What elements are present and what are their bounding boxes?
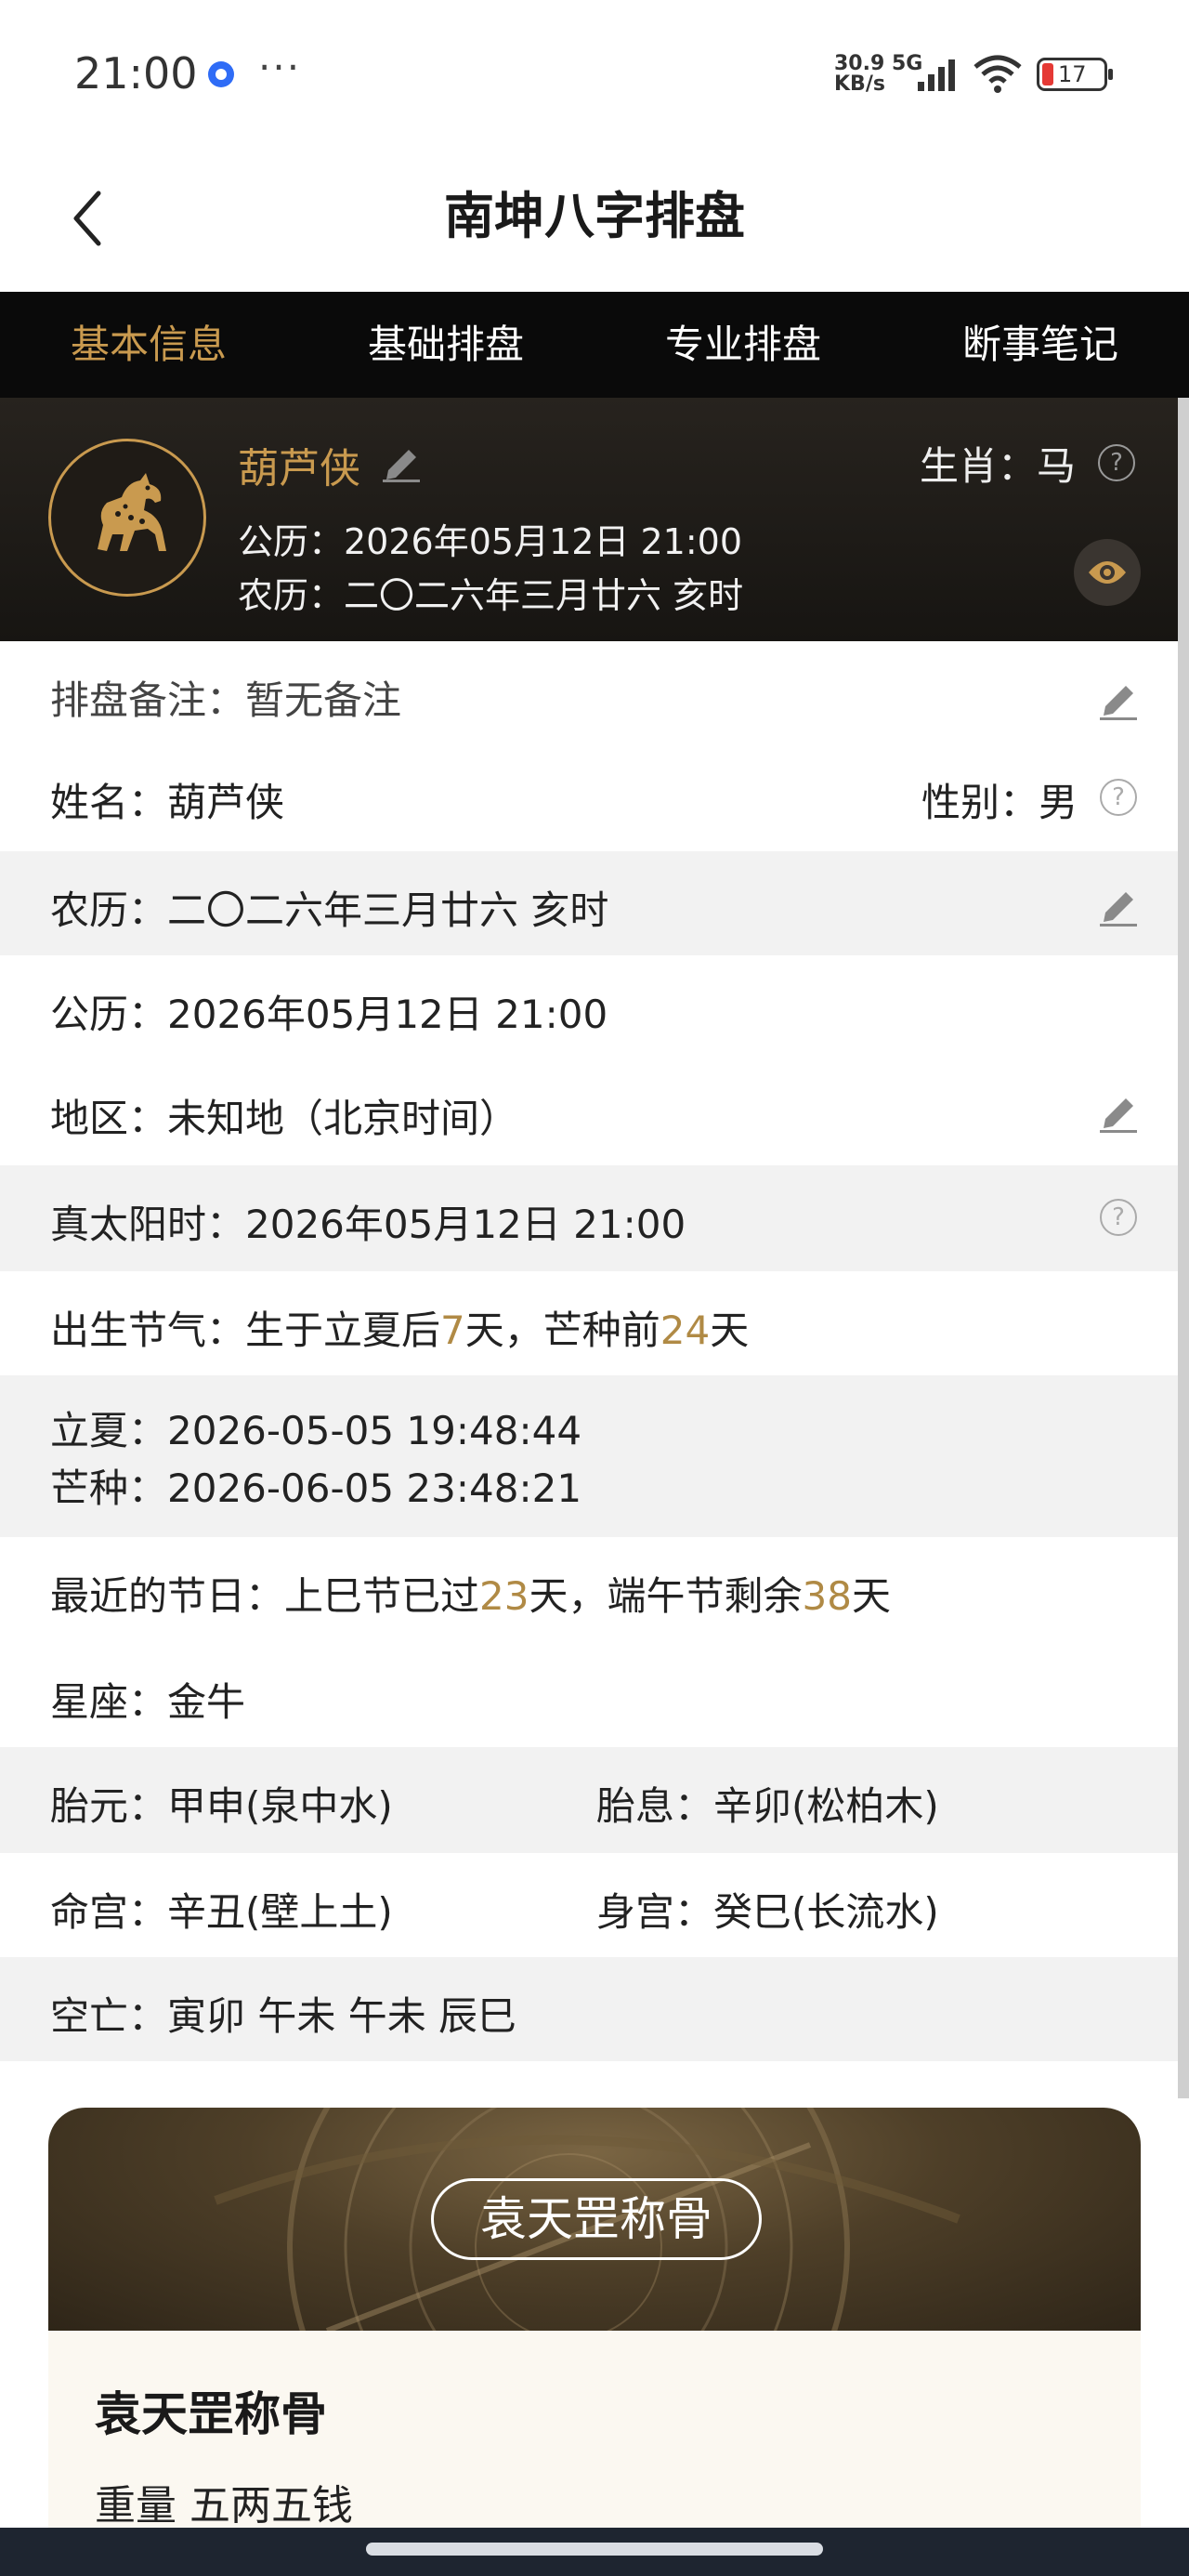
- profile-header: 葫芦侠 生肖：马 ? 公历：2026年05月12日 21:00 农历：二〇二六年…: [0, 398, 1178, 641]
- solar-text: 公历：2026年05月12日 21:00: [50, 992, 608, 1037]
- gender-help-icon[interactable]: ?: [1100, 779, 1137, 816]
- solar-row: 公历：2026年05月12日 21:00: [0, 955, 1178, 1061]
- tab-notes[interactable]: 断事笔记: [892, 292, 1189, 398]
- zodiac-help-icon[interactable]: ?: [1098, 444, 1135, 481]
- kongwang-text: 空亡：寅卯 午未 午未 辰巳: [50, 1993, 517, 2039]
- tab-bar: 基本信息 基础排盘 专业排盘 断事笔记: [0, 292, 1189, 398]
- wifi-icon: [973, 55, 1022, 93]
- edit-lunar-icon[interactable]: [1096, 883, 1141, 927]
- network-speed: 30.9 5G KB/s: [834, 52, 923, 96]
- profile-zodiac: 生肖：马: [920, 443, 1077, 489]
- lunar-row: 农历：二〇二六年三月廿六 亥时: [0, 851, 1178, 955]
- region-text: 地区：未知地（北京时间）: [50, 1096, 519, 1141]
- lunar-text: 农历：二〇二六年三月廿六 亥时: [50, 887, 609, 933]
- edit-note-icon[interactable]: [1096, 677, 1141, 721]
- app-notification-icon: [208, 61, 234, 87]
- zodiac-avatar: [48, 439, 206, 597]
- visibility-toggle[interactable]: [1074, 539, 1141, 606]
- solar-term-dates-row: 立夏：2026-05-05 19:48:44 芒种：2026-06-05 23:…: [0, 1375, 1178, 1537]
- card-weight: 重量 五两五钱: [95, 2482, 353, 2530]
- kongwang-row: 空亡：寅卯 午未 午未 辰巳: [0, 1957, 1178, 2061]
- region-row: 地区：未知地（北京时间）: [0, 1061, 1178, 1165]
- taiyuan-row: 胎元：甲申(泉中水) 胎息：辛卯(松柏木): [0, 1747, 1178, 1853]
- festival-text: 最近的节日：上巳节已过23天，端午节剩余38天: [50, 1573, 891, 1619]
- card-banner: 袁天罡称骨: [48, 2108, 1141, 2331]
- battery-icon: 17: [1037, 58, 1113, 91]
- shengong-text: 身宫：癸巳(长流水): [596, 1889, 939, 1935]
- tab-basic-chart[interactable]: 基础排盘: [297, 292, 594, 398]
- festival-row: 最近的节日：上巳节已过23天，端午节剩余38天: [0, 1537, 1178, 1643]
- scrollbar[interactable]: [1178, 398, 1189, 2098]
- profile-lunar-date: 农历：二〇二六年三月廿六 亥时: [238, 575, 744, 616]
- profile-name: 葫芦侠: [238, 445, 360, 493]
- status-time: 21:00: [74, 48, 198, 99]
- mangzhong-text: 芒种：2026-06-05 23:48:21: [50, 1465, 582, 1511]
- minggong-row: 命宫：辛丑(壁上土) 身宫：癸巳(长流水): [0, 1853, 1178, 1957]
- card-banner-label[interactable]: 袁天罡称骨: [431, 2178, 762, 2260]
- edit-region-icon[interactable]: [1096, 1089, 1141, 1134]
- more-notifications-icon: ···: [258, 45, 302, 90]
- name-row: 姓名：葫芦侠 性别：男 ?: [0, 745, 1178, 851]
- tab-pro-chart[interactable]: 专业排盘: [594, 292, 892, 398]
- card-title: 袁天罡称骨: [95, 2387, 327, 2441]
- profile-solar-date: 公历：2026年05月12日 21:00: [238, 521, 743, 562]
- title-bar: 南坤八字排盘: [0, 149, 1189, 292]
- tab-basic-info[interactable]: 基本信息: [0, 292, 297, 398]
- true-solar-help-icon[interactable]: ?: [1100, 1199, 1137, 1236]
- eye-icon: [1089, 561, 1126, 584]
- page-title: 南坤八字排盘: [444, 187, 745, 245]
- lixia-text: 立夏：2026-05-05 19:48:44: [50, 1408, 582, 1453]
- name-text: 姓名：葫芦侠: [50, 780, 285, 825]
- edit-name-icon[interactable]: [379, 442, 424, 483]
- horse-icon: [98, 473, 166, 551]
- constellation-row: 星座：金牛: [0, 1643, 1178, 1747]
- constellation-text: 星座：金牛: [50, 1679, 246, 1725]
- solar-term-text: 出生节气：生于立夏后7天，芒种前24天: [50, 1308, 750, 1353]
- note-text: 排盘备注：暂无备注: [50, 677, 402, 723]
- gender-text: 性别：男: [921, 780, 1078, 825]
- taiyuan-text: 胎元：甲申(泉中水): [50, 1783, 393, 1829]
- solar-term-row: 出生节气：生于立夏后7天，芒种前24天: [0, 1271, 1178, 1375]
- bone-weight-card: 袁天罡称骨 袁天罡称骨 重量 五两五钱: [48, 2108, 1141, 2576]
- gesture-navigation-bar: [0, 2528, 1189, 2576]
- minggong-text: 命宫：辛丑(壁上土): [50, 1889, 393, 1935]
- taixi-text: 胎息：辛卯(松柏木): [596, 1783, 939, 1829]
- status-bar: 21:00 ··· 30.9 5G KB/s 17: [0, 0, 1189, 149]
- note-row: 排盘备注：暂无备注: [0, 641, 1178, 745]
- true-solar-text: 真太阳时：2026年05月12日 21:00: [50, 1202, 686, 1247]
- home-handle[interactable]: [366, 2543, 823, 2556]
- true-solar-row: 真太阳时：2026年05月12日 21:00 ?: [0, 1165, 1178, 1271]
- signal-icon: [918, 59, 955, 91]
